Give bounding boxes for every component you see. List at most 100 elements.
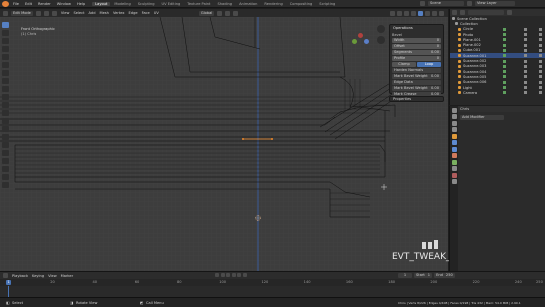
render-camera-icon[interactable] xyxy=(539,70,542,74)
timeline-menu-marker[interactable]: Marker xyxy=(61,274,73,278)
timeline-menu-playback[interactable]: Playback xyxy=(12,274,28,278)
visibility-eye-icon[interactable] xyxy=(524,48,527,52)
menu-edit[interactable]: Edit xyxy=(24,2,33,6)
timeline-type-icon[interactable] xyxy=(3,273,8,278)
pivot-icon[interactable] xyxy=(217,10,223,16)
bevel-profile-field[interactable]: Profile 0 xyxy=(392,56,441,61)
inset-icon[interactable] xyxy=(2,102,9,108)
current-frame-field[interactable]: 1 xyxy=(398,273,412,278)
render-camera-icon[interactable] xyxy=(539,86,542,89)
operator-option-3[interactable]: Mark Bevel Weight 0.00 xyxy=(392,86,441,91)
wireframe-shading-icon[interactable] xyxy=(418,10,423,16)
visibility-eye-icon[interactable] xyxy=(524,27,527,31)
outliner-item[interactable]: Camera xyxy=(450,90,545,95)
operator-option-2[interactable]: Edge Data xyxy=(392,80,441,85)
render-camera-icon[interactable] xyxy=(539,91,542,95)
properties-tab-icon[interactable] xyxy=(451,120,457,126)
playhead[interactable]: 1 xyxy=(6,280,12,285)
end-frame-field[interactable]: End 250 xyxy=(434,273,455,278)
properties-tab-icon[interactable] xyxy=(451,166,457,171)
blender-logo-icon[interactable] xyxy=(2,0,9,7)
properties-tab-icon[interactable] xyxy=(451,114,457,119)
properties-tab-icon[interactable] xyxy=(451,133,457,139)
viewport-menu-view[interactable]: View xyxy=(61,11,70,15)
visibility-icon[interactable] xyxy=(390,10,395,16)
play-reverse-icon[interactable] xyxy=(226,273,230,277)
face-select-icon[interactable] xyxy=(51,10,57,16)
3d-viewport[interactable] xyxy=(0,17,448,271)
clamp-toggle[interactable]: Clamp xyxy=(392,62,416,67)
gizmo-icon[interactable] xyxy=(397,10,402,16)
loop-cut-icon[interactable] xyxy=(2,118,9,124)
workspace-tab-modeling[interactable]: Modeling xyxy=(111,2,133,6)
editor-type-icon[interactable] xyxy=(3,10,8,16)
properties-tab-icon[interactable] xyxy=(451,107,457,113)
viewport-menu-add[interactable]: Add xyxy=(89,11,96,15)
render-camera-icon[interactable] xyxy=(539,75,542,79)
visibility-eye-icon[interactable] xyxy=(524,91,527,95)
render-camera-icon[interactable] xyxy=(539,80,542,84)
visibility-eye-icon[interactable] xyxy=(524,80,527,84)
x-axis-icon[interactable] xyxy=(358,33,363,38)
rendered-shading-icon[interactable] xyxy=(439,10,444,16)
prev-keyframe-icon[interactable] xyxy=(220,273,225,277)
bevel-icon[interactable] xyxy=(2,110,9,116)
edge-select-icon[interactable] xyxy=(43,10,49,16)
select-box-icon[interactable] xyxy=(2,22,9,28)
material-shading-icon[interactable] xyxy=(432,10,437,16)
spin-icon[interactable] xyxy=(2,142,9,148)
edge-slide-icon[interactable] xyxy=(2,158,9,164)
workspace-tab-texture-paint[interactable]: Texture Paint xyxy=(184,2,213,6)
navigation-gizmo[interactable] xyxy=(346,23,374,51)
timeline-menu-view[interactable]: View xyxy=(48,274,57,278)
viewport-menu-vertex[interactable]: Vertex xyxy=(113,11,125,15)
operator-panel-title[interactable]: Operations xyxy=(390,25,443,31)
bevel-offset-field[interactable]: Offset 0 xyxy=(392,44,441,49)
visibility-eye-icon[interactable] xyxy=(524,54,527,58)
operator-option-1[interactable]: Mark Bevel Weight 0.00 xyxy=(392,74,441,79)
render-camera-icon[interactable] xyxy=(539,48,542,52)
start-frame-field[interactable]: Start 1 xyxy=(414,273,433,278)
timeline-menu-keying[interactable]: Keying xyxy=(32,274,44,278)
render-camera-icon[interactable] xyxy=(539,33,542,37)
viewport-menu-edge[interactable]: Edge xyxy=(129,11,138,15)
jump-start-icon[interactable] xyxy=(215,273,219,277)
workspace-tab-compositing[interactable]: Compositing xyxy=(287,2,316,6)
properties-tab-icon[interactable] xyxy=(451,127,457,132)
filter-icon[interactable] xyxy=(507,10,512,15)
menu-window[interactable]: Window xyxy=(56,2,72,6)
y-axis-icon[interactable] xyxy=(352,39,357,44)
loop-toggle[interactable]: Loop xyxy=(417,62,441,67)
shear-icon[interactable] xyxy=(2,174,9,180)
transform-icon[interactable] xyxy=(2,62,9,68)
vertex-select-icon[interactable] xyxy=(35,10,41,16)
proportional-edit-icon[interactable] xyxy=(233,10,239,16)
snap-icon[interactable] xyxy=(225,10,231,16)
solid-shading-icon[interactable] xyxy=(425,10,430,16)
properties-tab-icon[interactable] xyxy=(451,179,457,184)
operator-option-0[interactable]: Harden Normals xyxy=(392,68,441,73)
render-camera-icon[interactable] xyxy=(539,38,542,42)
cursor-icon[interactable] xyxy=(2,30,9,36)
display-mode-icon[interactable] xyxy=(460,10,465,15)
overlay-icon[interactable] xyxy=(404,10,409,16)
rotate-icon[interactable] xyxy=(2,46,9,52)
workspace-tab-layout[interactable]: Layout xyxy=(92,1,111,6)
bevel-segments-field[interactable]: Segments 0.00 xyxy=(392,50,441,55)
workspace-tab-rendering[interactable]: Rendering xyxy=(261,2,285,6)
z-axis-icon[interactable] xyxy=(364,39,369,44)
visibility-eye-icon[interactable] xyxy=(524,33,527,37)
viewport-menu-uv[interactable]: UV xyxy=(154,11,159,15)
render-camera-icon[interactable] xyxy=(539,64,542,68)
workspace-tab-sculpting[interactable]: Sculpting xyxy=(135,2,158,6)
scale-icon[interactable] xyxy=(2,54,9,60)
jump-end-icon[interactable] xyxy=(242,273,247,277)
properties-subpanel[interactable]: Properties xyxy=(389,96,444,102)
bevel-width-field[interactable]: Width 0 xyxy=(392,38,441,43)
properties-tab-icon[interactable] xyxy=(451,153,457,158)
workspace-tab-scripting[interactable]: Scripting xyxy=(316,2,338,6)
visibility-eye-icon[interactable] xyxy=(524,64,527,68)
viewport-menu-face[interactable]: Face xyxy=(142,11,150,15)
zoom-icon[interactable] xyxy=(377,25,385,33)
menu-help[interactable]: Help xyxy=(76,2,86,6)
